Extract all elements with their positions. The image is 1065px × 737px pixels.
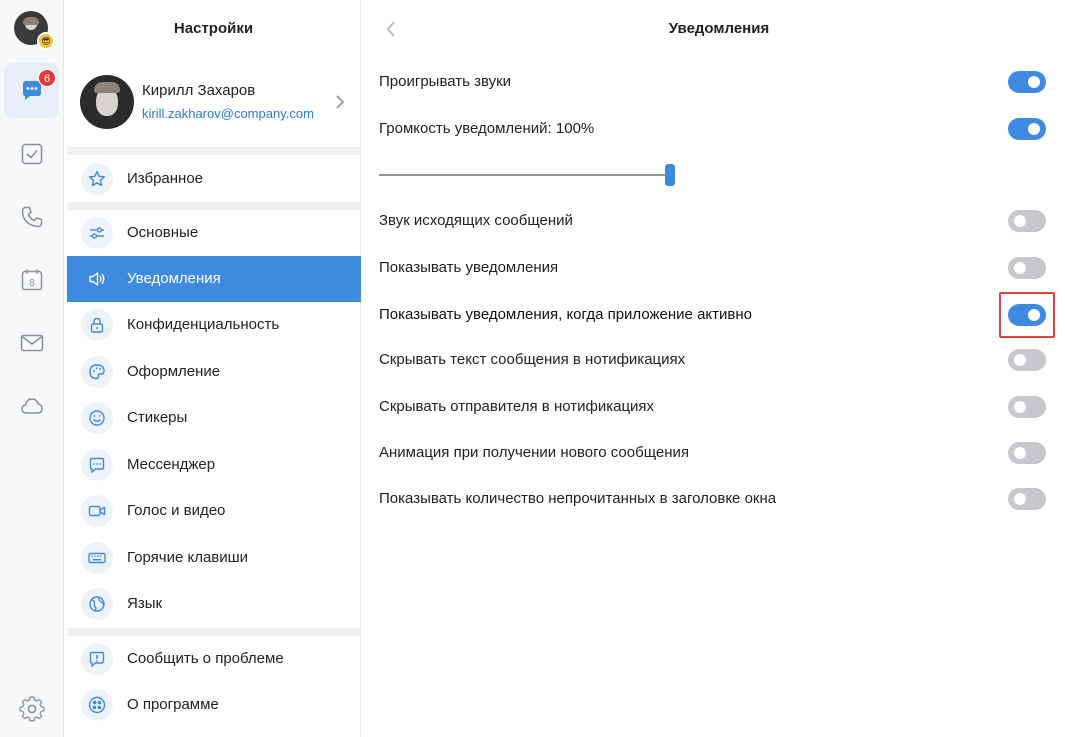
- menu-item-label: Голос и видео: [127, 502, 226, 519]
- lock-icon: [81, 309, 113, 341]
- menu-item-label: Уведомления: [127, 270, 221, 287]
- setting-label: Звук исходящих сообщений: [379, 212, 573, 229]
- profile-photo: [80, 75, 134, 129]
- unread-count-toggle[interactable]: [1008, 488, 1046, 510]
- menu-item-about[interactable]: О программе: [67, 682, 361, 728]
- profile-card[interactable]: Кирилл Захаров kirill.zakharov@company.c…: [67, 62, 361, 146]
- app-window: 😎 6 8 Настройки Кирилл Захаров kirill.za…: [0, 0, 1065, 737]
- settings-title: Настройки: [173, 20, 254, 37]
- volume-toggle[interactable]: [1008, 118, 1046, 140]
- setting-label: Показывать количество непрочитанных в за…: [379, 490, 777, 507]
- setting-label: Проигрывать звуки: [379, 73, 512, 90]
- section-divider: [67, 202, 361, 210]
- hide-text-toggle[interactable]: [1008, 349, 1046, 371]
- chevron-right-icon: [336, 95, 345, 109]
- section-divider: [67, 147, 361, 155]
- menu-item-privacy[interactable]: Конфиденциальность: [67, 302, 361, 348]
- slider-thumb[interactable]: [665, 164, 675, 186]
- calendar-day: 8: [29, 278, 35, 289]
- profile-email: kirill.zakharov@company.com: [142, 106, 314, 121]
- menu-item-label: Сообщить о проблеме: [127, 650, 284, 667]
- play-sounds-toggle[interactable]: [1008, 71, 1046, 93]
- rail-settings-button[interactable]: [4, 681, 59, 736]
- highlight-box: [999, 292, 1055, 338]
- menu-item-hotkeys[interactable]: Горячие клавиши: [67, 535, 361, 581]
- menu-item-report-problem[interactable]: Сообщить о проблеме: [67, 636, 361, 682]
- menu-item-label: Конфиденциальность: [127, 316, 280, 333]
- video-icon: [81, 495, 113, 527]
- menu-item-label: О программе: [127, 696, 219, 713]
- menu-item-label: Оформление: [127, 363, 221, 380]
- setting-label: Анимация при получении нового сообщения: [379, 444, 690, 461]
- setting-row-unread-count: Показывать количество непрочитанных в за…: [379, 484, 1059, 514]
- menu-item-label: Избранное: [127, 170, 204, 187]
- speaker-icon: [81, 263, 113, 295]
- rail-cloud-button[interactable]: [4, 378, 59, 433]
- calendar-icon: 8: [21, 269, 42, 290]
- rail-mail-button[interactable]: [4, 315, 59, 370]
- setting-label: Громкость уведомлений: 100%: [379, 120, 595, 137]
- setting-row-animation: Анимация при получении нового сообщения: [379, 438, 1059, 468]
- hide-sender-toggle[interactable]: [1008, 396, 1046, 418]
- smile-icon: [81, 402, 113, 434]
- message-icon: [81, 449, 113, 481]
- notifications-panel: Уведомления Проигрывать звуки Громкость …: [362, 0, 1065, 737]
- status-emoji[interactable]: 😎: [37, 32, 55, 50]
- menu-item-voice-video[interactable]: Голос и видео: [67, 488, 361, 534]
- show-notifications-toggle[interactable]: [1008, 257, 1046, 279]
- outgoing-sound-toggle[interactable]: [1008, 210, 1046, 232]
- setting-label: Показывать уведомления, когда приложение…: [379, 306, 752, 323]
- setting-label: Скрывать текст сообщения в нотификациях: [379, 351, 686, 368]
- menu-item-messenger[interactable]: Мессенджер: [67, 442, 361, 488]
- menu-item-label: Язык: [127, 595, 163, 612]
- palette-icon: [81, 356, 113, 388]
- slider-track[interactable]: [379, 174, 669, 176]
- menu-item-label: Мессенджер: [127, 456, 216, 473]
- setting-row-hide-sender: Скрывать отправителя в нотификациях: [379, 392, 1059, 422]
- rail-tasks-button[interactable]: [4, 126, 59, 181]
- sliders-icon: [81, 217, 113, 249]
- report-icon: [81, 643, 113, 675]
- setting-row-show-notifications: Показывать уведомления: [379, 253, 1059, 283]
- section-divider: [67, 628, 361, 636]
- animation-toggle[interactable]: [1008, 442, 1046, 464]
- menu-item-notifications[interactable]: Уведомления: [67, 256, 361, 302]
- cloud-icon: [20, 397, 43, 414]
- phone-icon: [21, 206, 42, 227]
- menu-item-label: Основные: [127, 224, 199, 241]
- menu-item-general[interactable]: Основные: [67, 210, 361, 256]
- app-rail: 😎 6 8: [0, 0, 64, 737]
- about-icon: [81, 689, 113, 721]
- rail-calendar-button[interactable]: 8: [4, 252, 59, 307]
- setting-label: Показывать уведомления: [379, 259, 559, 276]
- setting-row-play-sounds: Проигрывать звуки: [379, 67, 1059, 97]
- globe-icon: [81, 588, 113, 620]
- menu-item-favorites[interactable]: Избранное: [67, 156, 361, 202]
- volume-slider[interactable]: [379, 162, 675, 188]
- profile-name: Кирилл Захаров: [142, 82, 256, 99]
- unread-badge: 6: [38, 69, 56, 87]
- rail-chats-button[interactable]: 6: [4, 63, 59, 118]
- setting-label: Скрывать отправителя в нотификациях: [379, 398, 655, 415]
- settings-panel: Настройки Кирилл Захаров kirill.zakharov…: [67, 0, 361, 737]
- menu-item-label: Стикеры: [127, 409, 188, 426]
- keyboard-icon: [81, 542, 113, 574]
- setting-row-hide-text: Скрывать текст сообщения в нотификациях: [379, 345, 1059, 375]
- menu-item-label: Горячие клавиши: [127, 549, 249, 566]
- settings-gear-icon: [18, 696, 45, 721]
- menu-item-appearance[interactable]: Оформление: [67, 349, 361, 395]
- setting-row-show-when-active: Показывать уведомления, когда приложение…: [379, 300, 1059, 330]
- tasks-icon: [21, 143, 42, 164]
- page-title: Уведомления: [668, 20, 770, 37]
- setting-row-outgoing-sound: Звук исходящих сообщений: [379, 206, 1059, 236]
- menu-item-language[interactable]: Язык: [67, 581, 361, 627]
- rail-calls-button[interactable]: [4, 189, 59, 244]
- menu-item-stickers[interactable]: Стикеры: [67, 395, 361, 441]
- star-icon: [81, 163, 113, 195]
- mail-icon: [20, 334, 43, 351]
- setting-row-volume: Громкость уведомлений: 100%: [379, 114, 1059, 144]
